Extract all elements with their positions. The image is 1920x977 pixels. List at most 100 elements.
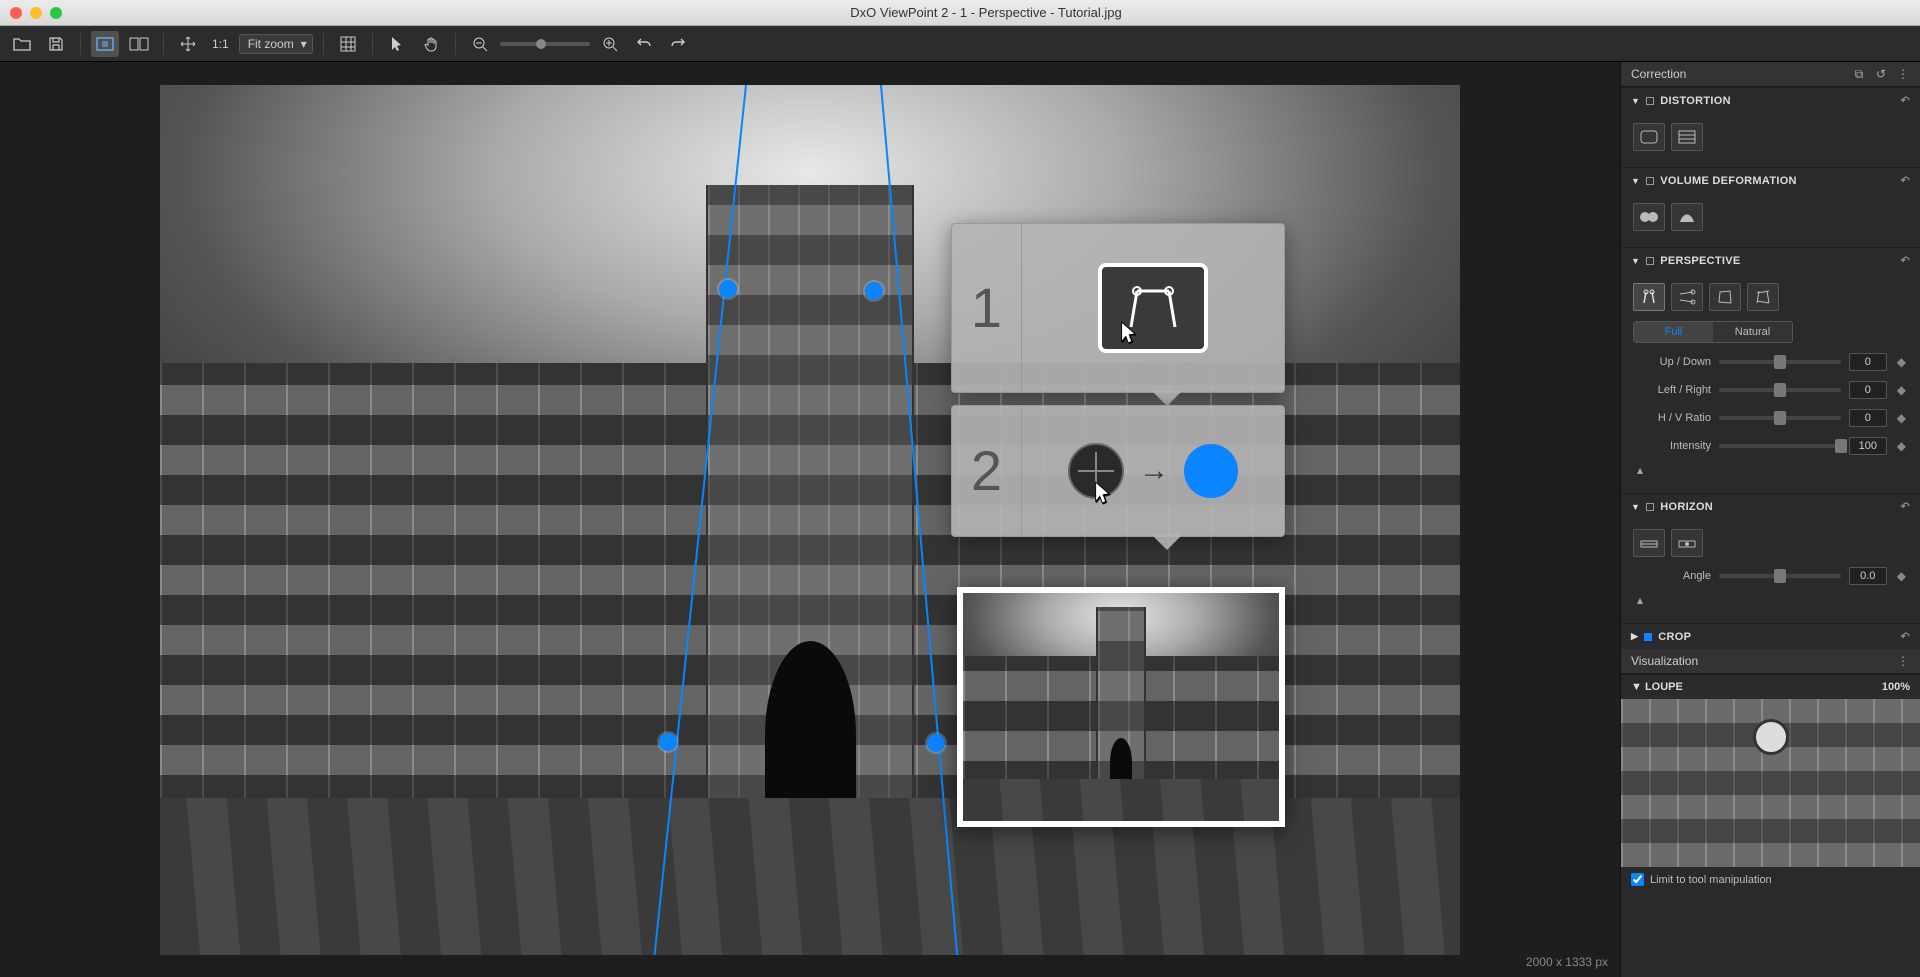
result-preview (957, 587, 1285, 827)
visualization-panel-header: Visualization ⋮ (1621, 649, 1920, 674)
section-title: VOLUME DEFORMATION (1660, 175, 1797, 187)
hvratio-label: H / V Ratio (1633, 412, 1711, 424)
zoom-in-icon[interactable] (596, 31, 624, 57)
loupe-view[interactable] (1621, 699, 1920, 867)
panel-menu-icon[interactable]: ⋮ (1896, 654, 1910, 668)
zoom-select[interactable]: Fit zoom (239, 34, 313, 54)
stepper-icon[interactable]: ◆ (1895, 383, 1908, 397)
perspective-handle[interactable] (719, 280, 737, 298)
step-number: 1 (952, 224, 1022, 392)
window-title: DxO ViewPoint 2 - 1 - Perspective - Tuto… (62, 5, 1910, 20)
mode-natural-tab[interactable]: Natural (1713, 322, 1792, 342)
correction-panel-header: Correction ⧉ ↺ ⋮ (1621, 62, 1920, 87)
reset-icon[interactable]: ↶ (1900, 630, 1910, 643)
limit-checkbox[interactable] (1631, 873, 1644, 886)
arrow-right-icon: → (1139, 454, 1169, 488)
distortion-section-header[interactable]: ▼ DISTORTION ↶ (1621, 87, 1920, 113)
intensity-value[interactable] (1849, 437, 1887, 455)
volume-diagonal-button[interactable] (1671, 203, 1703, 231)
compare-view-button[interactable] (125, 31, 153, 57)
reset-icon[interactable]: ↶ (1900, 500, 1910, 513)
tutorial-callout-step1: 1 (951, 223, 1285, 393)
angle-label: Angle (1633, 570, 1711, 582)
reset-icon[interactable]: ↶ (1900, 254, 1910, 267)
window-controls (10, 7, 62, 19)
tutorial-callout-step2: 2 → (951, 405, 1285, 537)
loupe-zoom[interactable]: 100% (1882, 681, 1910, 693)
window-titlebar: DxO ViewPoint 2 - 1 - Perspective - Tuto… (0, 0, 1920, 26)
perspective-section-header[interactable]: ▼ PERSPECTIVE ↶ (1621, 247, 1920, 273)
main-toolbar: 1:1 Fit zoom (0, 26, 1920, 62)
leftright-label: Left / Right (1633, 384, 1711, 396)
right-panel: Correction ⧉ ↺ ⋮ ▼ DISTORTION ↶ ▼ VOLUME… (1620, 62, 1920, 977)
reset-icon[interactable]: ↶ (1900, 174, 1910, 187)
hvratio-slider[interactable] (1719, 416, 1841, 420)
reset-all-icon[interactable]: ↺ (1874, 67, 1888, 81)
perspective-8point-button[interactable] (1747, 283, 1779, 311)
leftright-slider[interactable] (1719, 388, 1841, 392)
perspective-handle[interactable] (659, 733, 677, 751)
perspective-horizontal-button[interactable] (1671, 283, 1703, 311)
zoom-slider[interactable] (500, 42, 590, 46)
volume-horizontal-button[interactable] (1633, 203, 1665, 231)
loupe-header[interactable]: ▼ LOUPE 100% (1621, 674, 1920, 699)
handle-dot-icon (1184, 444, 1238, 498)
panel-title: Visualization (1631, 654, 1698, 668)
section-title: HORIZON (1660, 501, 1713, 513)
image-canvas: 1 2 → (160, 85, 1460, 955)
move-tool-button[interactable] (174, 31, 202, 57)
reset-icon[interactable]: ↶ (1900, 94, 1910, 107)
zoom-window-button[interactable] (50, 7, 62, 19)
perspective-vertical-button[interactable] (1633, 283, 1665, 311)
crop-section-header[interactable]: ▶ CROP ↶ (1621, 623, 1920, 649)
save-button[interactable] (42, 31, 70, 57)
mode-full-tab[interactable]: Full (1634, 322, 1713, 342)
perspective-tool-icon (1098, 263, 1208, 353)
section-title: LOUPE (1645, 681, 1683, 693)
perspective-handle[interactable] (865, 282, 883, 300)
hvratio-value[interactable] (1849, 409, 1887, 427)
stepper-icon[interactable]: ◆ (1895, 569, 1908, 583)
image-viewport[interactable]: 1 2 → (0, 62, 1620, 977)
stepper-icon[interactable]: ◆ (1895, 411, 1908, 425)
collapse-icon[interactable]: ▴ (1633, 463, 1647, 477)
undo-button[interactable] (630, 31, 658, 57)
zoom-1to1-button[interactable]: 1:1 (208, 37, 233, 51)
distortion-manual-button[interactable] (1671, 123, 1703, 151)
collapse-icon[interactable]: ▴ (1633, 593, 1647, 607)
image-dimensions: 2000 x 1333 px (1526, 955, 1608, 969)
hand-tool-button[interactable] (417, 31, 445, 57)
close-window-button[interactable] (10, 7, 22, 19)
angle-slider[interactable] (1719, 574, 1841, 578)
horizon-level-button[interactable] (1671, 529, 1703, 557)
pointer-tool-button[interactable] (383, 31, 411, 57)
grid-button[interactable] (334, 31, 362, 57)
single-view-button[interactable] (91, 31, 119, 57)
stepper-icon[interactable]: ◆ (1895, 355, 1908, 369)
updown-label: Up / Down (1633, 356, 1711, 368)
panel-title: Correction (1631, 67, 1686, 81)
stepper-icon[interactable]: ◆ (1895, 439, 1908, 453)
open-file-button[interactable] (8, 31, 36, 57)
perspective-rectangle-button[interactable] (1709, 283, 1741, 311)
updown-slider[interactable] (1719, 360, 1841, 364)
minimize-window-button[interactable] (30, 7, 42, 19)
volume-section-header[interactable]: ▼ VOLUME DEFORMATION ↶ (1621, 167, 1920, 193)
step-number: 2 (952, 406, 1022, 536)
distortion-auto-button[interactable] (1633, 123, 1665, 151)
section-title: PERSPECTIVE (1660, 255, 1740, 267)
intensity-label: Intensity (1633, 440, 1711, 452)
angle-value[interactable] (1849, 567, 1887, 585)
intensity-slider[interactable] (1719, 444, 1841, 448)
perspective-handle[interactable] (927, 734, 945, 752)
section-title: CROP (1658, 631, 1691, 643)
redo-button[interactable] (664, 31, 692, 57)
updown-value[interactable] (1849, 353, 1887, 371)
leftright-value[interactable] (1849, 381, 1887, 399)
zoom-out-icon[interactable] (466, 31, 494, 57)
section-title: DISTORTION (1660, 95, 1731, 107)
popout-icon[interactable]: ⧉ (1852, 67, 1866, 81)
horizon-section-header[interactable]: ▼ HORIZON ↶ (1621, 493, 1920, 519)
horizon-auto-button[interactable] (1633, 529, 1665, 557)
panel-menu-icon[interactable]: ⋮ (1896, 67, 1910, 81)
